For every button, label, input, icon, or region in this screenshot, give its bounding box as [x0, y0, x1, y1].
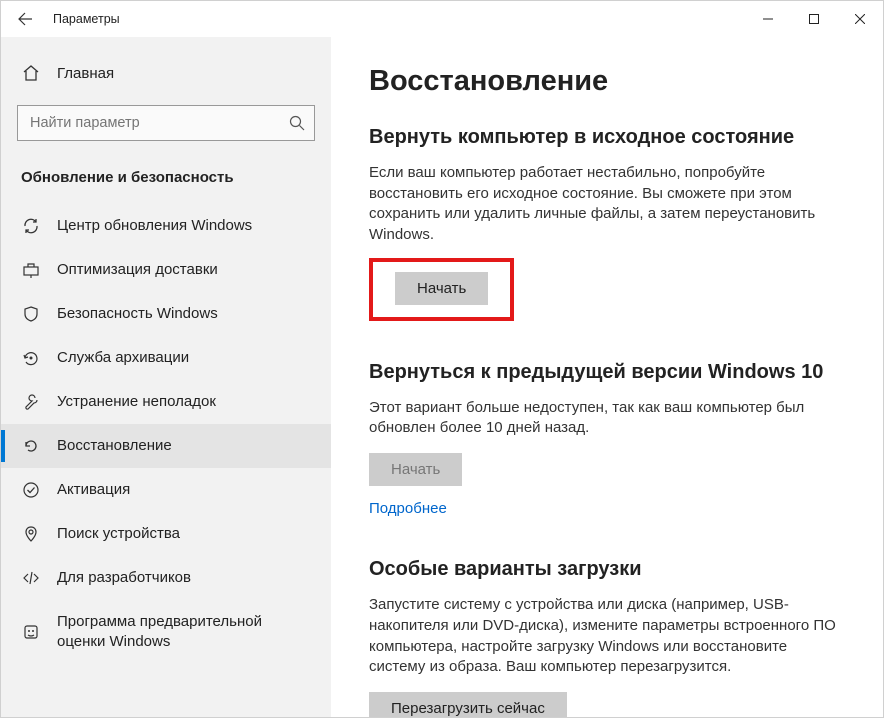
page-title: Восстановление — [369, 65, 845, 98]
previous-version-title: Вернуться к предыдущей версии Windows 10 — [369, 361, 845, 384]
sidebar-home[interactable]: Главная — [1, 53, 331, 93]
sidebar-item-recovery[interactable]: Восстановление — [1, 424, 331, 468]
shield-icon — [21, 304, 41, 324]
sidebar-item-windows-security[interactable]: Безопасность Windows — [1, 292, 331, 336]
window-title: Параметры — [53, 12, 120, 26]
sidebar-item-label: Служба архивации — [57, 348, 189, 368]
sidebar-item-label: Устранение неполадок — [57, 392, 216, 412]
close-icon — [855, 14, 865, 24]
home-icon — [21, 63, 41, 83]
previous-version-desc: Этот вариант больше недоступен, так как … — [369, 398, 845, 439]
search-input[interactable] — [17, 105, 315, 141]
minimize-icon — [763, 14, 773, 24]
sidebar-item-find-device[interactable]: Поиск устройства — [1, 512, 331, 556]
sync-icon — [21, 216, 41, 236]
sidebar-item-windows-update[interactable]: Центр обновления Windows — [1, 204, 331, 248]
sidebar-item-developers[interactable]: Для разработчиков — [1, 556, 331, 600]
sidebar-item-delivery-optimization[interactable]: Оптимизация доставки — [1, 248, 331, 292]
close-button[interactable] — [837, 1, 883, 37]
insider-icon — [21, 622, 41, 642]
reset-pc-desc: Если ваш компьютер работает нестабильно,… — [369, 163, 845, 246]
sidebar-home-label: Главная — [57, 65, 114, 82]
location-icon — [21, 524, 41, 544]
minimize-button[interactable] — [745, 1, 791, 37]
advanced-startup-desc: Запустите систему с устройства или диска… — [369, 595, 845, 678]
advanced-startup-title: Особые варианты загрузки — [369, 558, 845, 581]
sidebar-item-backup[interactable]: Служба архивации — [1, 336, 331, 380]
advanced-startup-section: Особые варианты загрузки Запустите систе… — [369, 558, 845, 717]
learn-more-link[interactable]: Подробнее — [369, 500, 447, 517]
reset-start-button[interactable]: Начать — [395, 272, 488, 305]
highlight-annotation: Начать — [369, 258, 514, 321]
sidebar-item-activation[interactable]: Активация — [1, 468, 331, 512]
titlebar: Параметры — [1, 1, 883, 37]
check-circle-icon — [21, 480, 41, 500]
reset-pc-section: Вернуть компьютер в исходное состояние Е… — [369, 126, 845, 321]
sidebar-item-label: Активация — [57, 480, 130, 500]
content-area: Восстановление Вернуть компьютер в исход… — [331, 37, 883, 717]
search-icon — [289, 115, 305, 131]
search-container — [17, 105, 315, 141]
sidebar-item-label: Восстановление — [57, 436, 172, 456]
sidebar-item-troubleshoot[interactable]: Устранение неполадок — [1, 380, 331, 424]
code-icon — [21, 568, 41, 588]
reset-pc-title: Вернуть компьютер в исходное состояние — [369, 126, 845, 149]
wrench-icon — [21, 392, 41, 412]
previous-version-section: Вернуться к предыдущей версии Windows 10… — [369, 361, 845, 518]
sidebar-category: Обновление и безопасность — [1, 159, 331, 204]
sidebar: Главная Обновление и безопасность Центр … — [1, 37, 331, 717]
arrow-left-icon — [17, 11, 33, 27]
window-controls — [745, 1, 883, 37]
sidebar-item-insider[interactable]: Программа предварительной оценки Windows — [1, 600, 331, 663]
restart-now-button[interactable]: Перезагрузить сейчас — [369, 692, 567, 717]
delivery-icon — [21, 260, 41, 280]
maximize-button[interactable] — [791, 1, 837, 37]
sidebar-item-label: Программа предварительной оценки Windows — [57, 612, 311, 651]
maximize-icon — [809, 14, 819, 24]
sidebar-item-label: Безопасность Windows — [57, 304, 218, 324]
sidebar-item-label: Оптимизация доставки — [57, 260, 218, 280]
recovery-icon — [21, 436, 41, 456]
back-button[interactable] — [1, 1, 49, 37]
sidebar-item-label: Для разработчиков — [57, 568, 191, 588]
sidebar-item-label: Поиск устройства — [57, 524, 180, 544]
sidebar-item-label: Центр обновления Windows — [57, 216, 252, 236]
backup-icon — [21, 348, 41, 368]
previous-start-button: Начать — [369, 453, 462, 486]
